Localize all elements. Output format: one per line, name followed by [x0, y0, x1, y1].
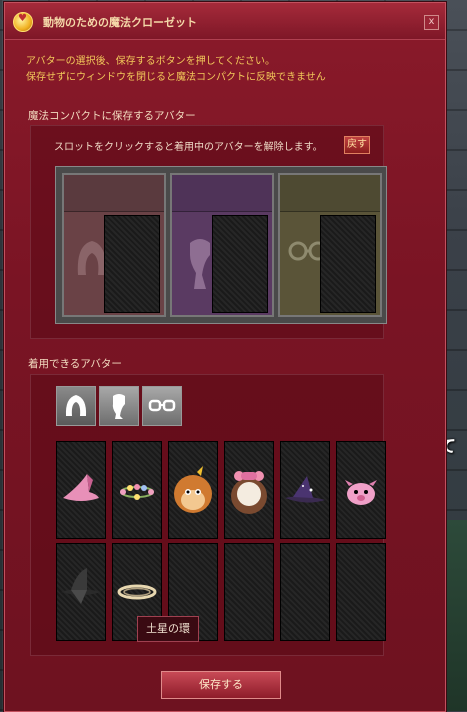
- item-slot[interactable]: [56, 441, 106, 539]
- equipped-slot-scarf[interactable]: [170, 173, 274, 317]
- sheep-head-icon: [231, 471, 267, 514]
- slot-header: [64, 175, 164, 212]
- glasses-icon: [148, 399, 176, 412]
- tab-scarf[interactable]: [99, 386, 139, 426]
- monkey-head-icon: [174, 466, 212, 513]
- wearable-section-label: 着用できるアバター: [28, 358, 122, 370]
- window-title: 動物のための魔法クローゼット: [43, 16, 197, 29]
- item-slot[interactable]: [168, 441, 218, 539]
- intro-line-2: 保存せずにウィンドウを閉じると魔法コンパクトに反映できません: [26, 72, 326, 83]
- pink-witch-hat-icon: [63, 474, 99, 501]
- flower-crown-icon: [120, 484, 154, 500]
- item-slot[interactable]: [112, 441, 162, 539]
- intro-line-1: アバターの選択後、保存するボタンを押してください。: [26, 56, 275, 67]
- equipped-slot-hat[interactable]: [62, 173, 166, 317]
- equipped-slots: [55, 166, 387, 324]
- save-button[interactable]: 保存する: [161, 671, 281, 699]
- item-tooltip: 土星の環: [137, 616, 199, 642]
- black-witch-hat-icon: [61, 568, 101, 604]
- revert-button[interactable]: 戻す: [344, 136, 370, 154]
- saved-section-label: 魔法コンパクトに保存するアバター: [28, 110, 196, 122]
- purple-witch-hat-icon: [285, 476, 325, 503]
- scarf-icon: [112, 394, 125, 419]
- item-slot[interactable]: [56, 543, 106, 641]
- tab-glasses[interactable]: [142, 386, 182, 426]
- item-slot[interactable]: [336, 441, 386, 539]
- item-slot-empty[interactable]: [336, 543, 386, 641]
- tab-hat[interactable]: [56, 386, 96, 426]
- slot-header: [172, 175, 272, 212]
- equipped-slot-glasses[interactable]: [278, 173, 382, 317]
- pink-pig-hat-icon: [345, 480, 377, 505]
- hat-icon: [65, 395, 87, 416]
- title-bar[interactable]: 動物のための魔法クローゼット x: [5, 3, 445, 40]
- slot-preview: [104, 215, 160, 313]
- item-slot[interactable]: [224, 441, 274, 539]
- slot-header: [280, 175, 380, 212]
- item-slot-empty[interactable]: [280, 543, 330, 641]
- item-slot-empty[interactable]: [224, 543, 274, 641]
- slot-preview: [212, 215, 268, 313]
- intro-text: アバターの選択後、保存するボタンを押してください。 保存せずにウィンドウを閉じる…: [26, 54, 326, 86]
- item-slot[interactable]: [280, 441, 330, 539]
- slot-instruction: スロットをクリックすると着用中のアバターを解除します。: [54, 142, 323, 153]
- heart-badge-icon: [13, 12, 33, 32]
- close-button[interactable]: x: [424, 15, 439, 30]
- game-background-foliage: [445, 520, 467, 711]
- slot-preview: [320, 215, 376, 313]
